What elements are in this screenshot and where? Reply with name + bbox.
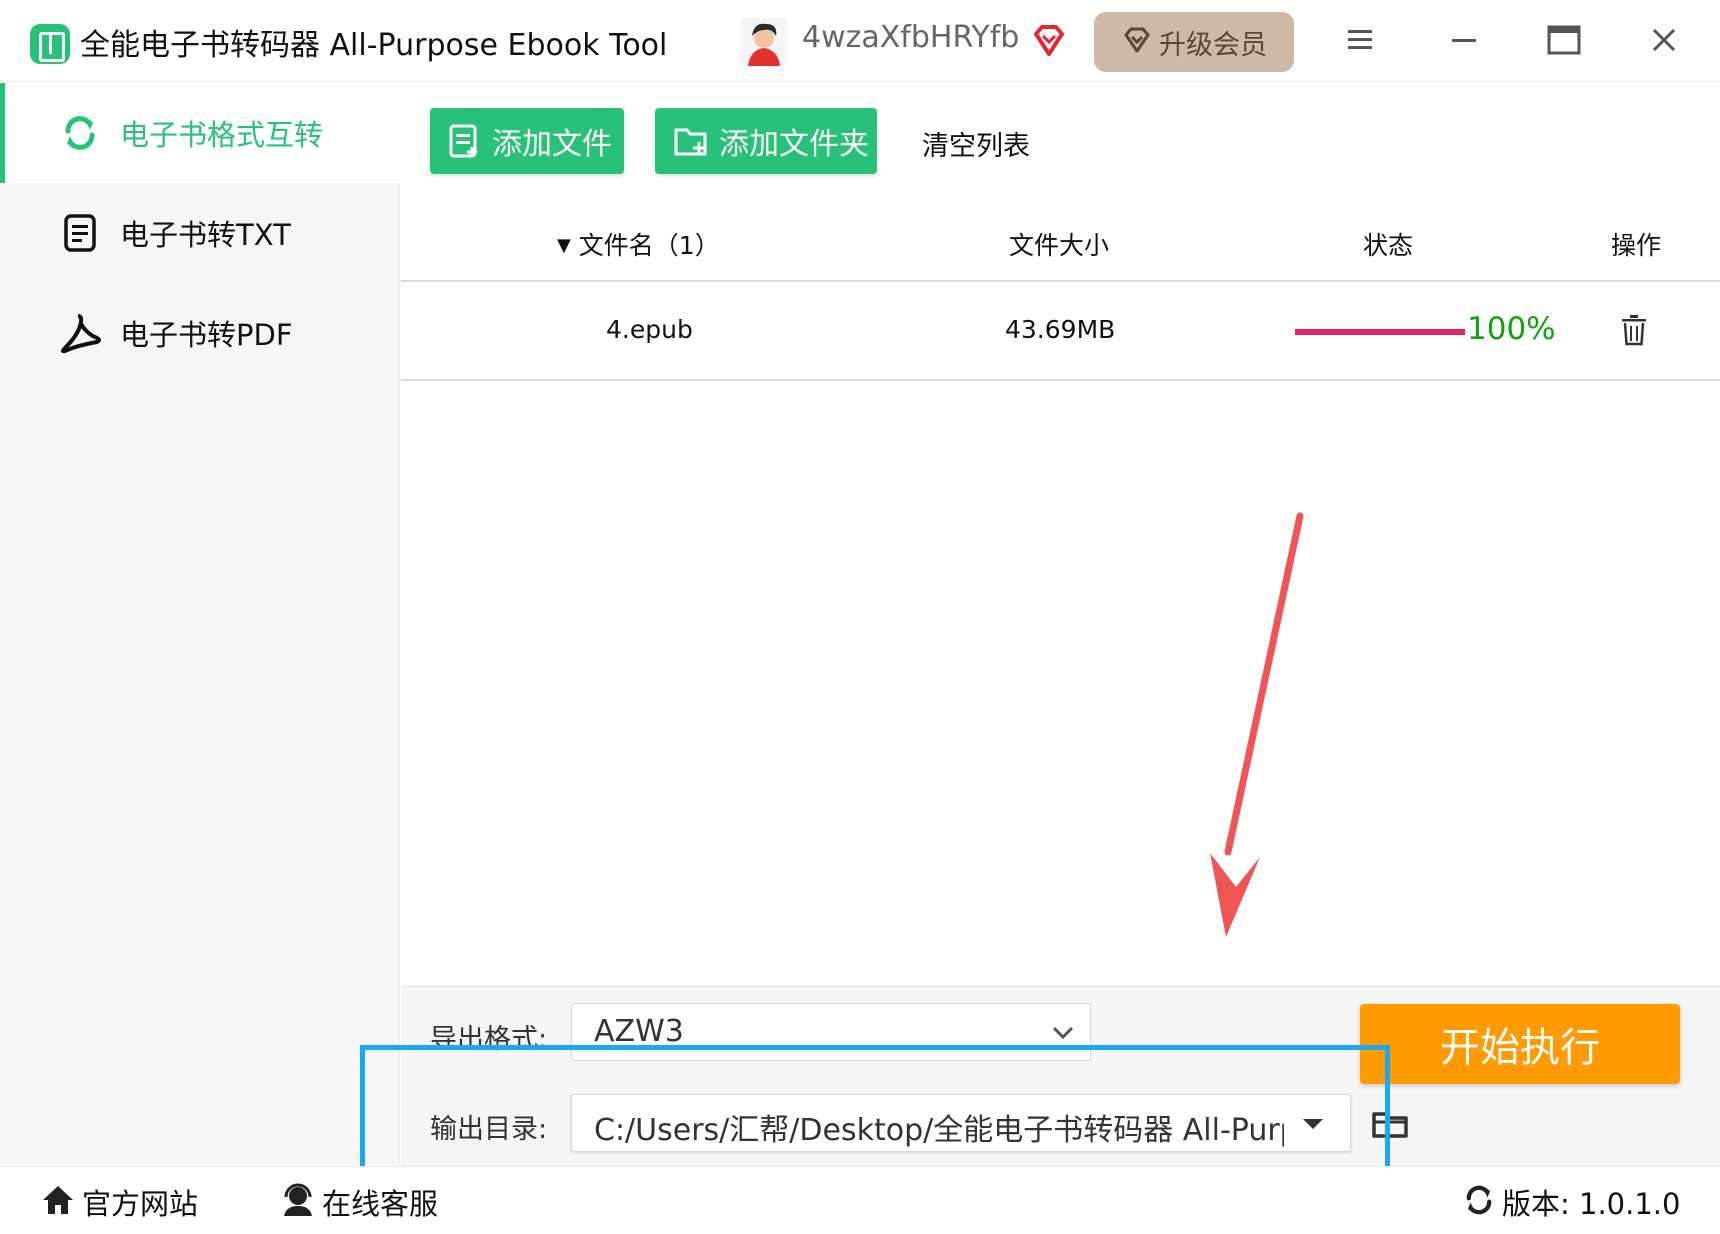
add-folder-button[interactable]: 添加文件夹 (655, 108, 877, 174)
filename-column-header[interactable]: ▼ 文件名（1） (557, 226, 720, 262)
app-logo-icon (30, 24, 70, 64)
title-bar: 全能电子书转码器 All-Purpose Ebook Tool 4wzaXfbH… (0, 0, 1720, 82)
table-row[interactable]: 4.epub 43.69MB 100% (401, 283, 1720, 381)
sidebar-item-to-pdf[interactable]: 电子书转PDF (0, 283, 400, 383)
sidebar-item-label: 电子书转TXT (120, 218, 291, 252)
document-icon (58, 211, 102, 255)
add-file-button[interactable]: 添加文件 (430, 108, 624, 174)
sort-down-icon: ▼ (557, 235, 571, 256)
menu-icon (1346, 28, 1374, 56)
trash-icon (1619, 315, 1649, 351)
add-folder-label: 添加文件夹 (719, 127, 869, 162)
size-column-header: 文件大小 (1009, 231, 1110, 260)
menu-button[interactable] (1330, 16, 1390, 68)
progress-bar-fill (1295, 329, 1465, 335)
delete-button[interactable] (1619, 313, 1651, 349)
add-file-icon (448, 123, 482, 159)
official-website-label: 官方网站 (82, 1187, 199, 1221)
close-icon (1651, 27, 1677, 57)
add-file-label: 添加文件 (492, 127, 612, 162)
status-column-header: 状态 (1363, 231, 1414, 260)
pdf-icon (58, 311, 102, 355)
file-table-header: ▼ 文件名（1） 文件大小 状态 操作 (401, 204, 1720, 282)
sidebar-item-label: 电子书转PDF (120, 318, 293, 352)
clear-list-button[interactable]: 清空列表 (922, 124, 1030, 163)
maximize-button[interactable] (1534, 16, 1594, 68)
maximize-icon (1547, 25, 1581, 59)
home-icon (40, 1183, 76, 1221)
annotation-arrow-icon (1210, 512, 1304, 937)
headset-icon (280, 1183, 316, 1221)
update-icon (1462, 1183, 1496, 1221)
online-service-link[interactable]: 在线客服 (280, 1181, 438, 1223)
add-folder-icon (673, 124, 709, 158)
upgrade-membership-button[interactable]: 升级会员 (1094, 12, 1294, 72)
user-avatar[interactable] (740, 18, 788, 66)
username: 4wzaXfbHRYfb (802, 20, 1020, 55)
chevron-down-icon (1050, 1020, 1076, 1048)
filename-header-label: 文件名（1） (578, 231, 720, 260)
version-label: 版本: 1.0.1.0 (1502, 1187, 1681, 1221)
start-label: 开始执行 (1440, 1025, 1600, 1071)
sidebar: 电子书格式互转 电子书转TXT 电子书转PDF (0, 83, 400, 1165)
close-button[interactable] (1634, 16, 1694, 68)
output-dir-highlight (360, 1045, 1390, 1178)
diamond-icon (1121, 24, 1153, 60)
app-title: 全能电子书转码器 All-Purpose Ebook Tool (80, 28, 668, 63)
progress-percent: 100% (1467, 311, 1556, 347)
sidebar-item-label: 电子书格式互转 (120, 118, 324, 152)
status-bar: 官方网站 在线客服 版本: 1.0.1.0 (0, 1166, 1720, 1234)
export-format-value: AZW3 (594, 1014, 684, 1049)
vip-diamond-icon (1030, 22, 1068, 60)
sidebar-item-to-txt[interactable]: 电子书转TXT (0, 183, 400, 283)
online-service-label: 在线客服 (322, 1187, 439, 1221)
sidebar-item-format-convert[interactable]: 电子书格式互转 (0, 83, 400, 183)
official-website-link[interactable]: 官方网站 (40, 1181, 198, 1223)
version-info: 版本: 1.0.1.0 (1462, 1181, 1680, 1223)
upgrade-label: 升级会员 (1159, 29, 1267, 61)
refresh-icon (58, 111, 102, 155)
minimize-button[interactable] (1434, 16, 1494, 68)
action-column-header: 操作 (1611, 231, 1662, 260)
start-button[interactable]: 开始执行 (1360, 1004, 1680, 1084)
file-name: 4.epub (606, 315, 693, 344)
progress-bar (1295, 329, 1465, 335)
file-size: 43.69MB (1005, 315, 1116, 344)
minimize-icon (1450, 28, 1478, 56)
